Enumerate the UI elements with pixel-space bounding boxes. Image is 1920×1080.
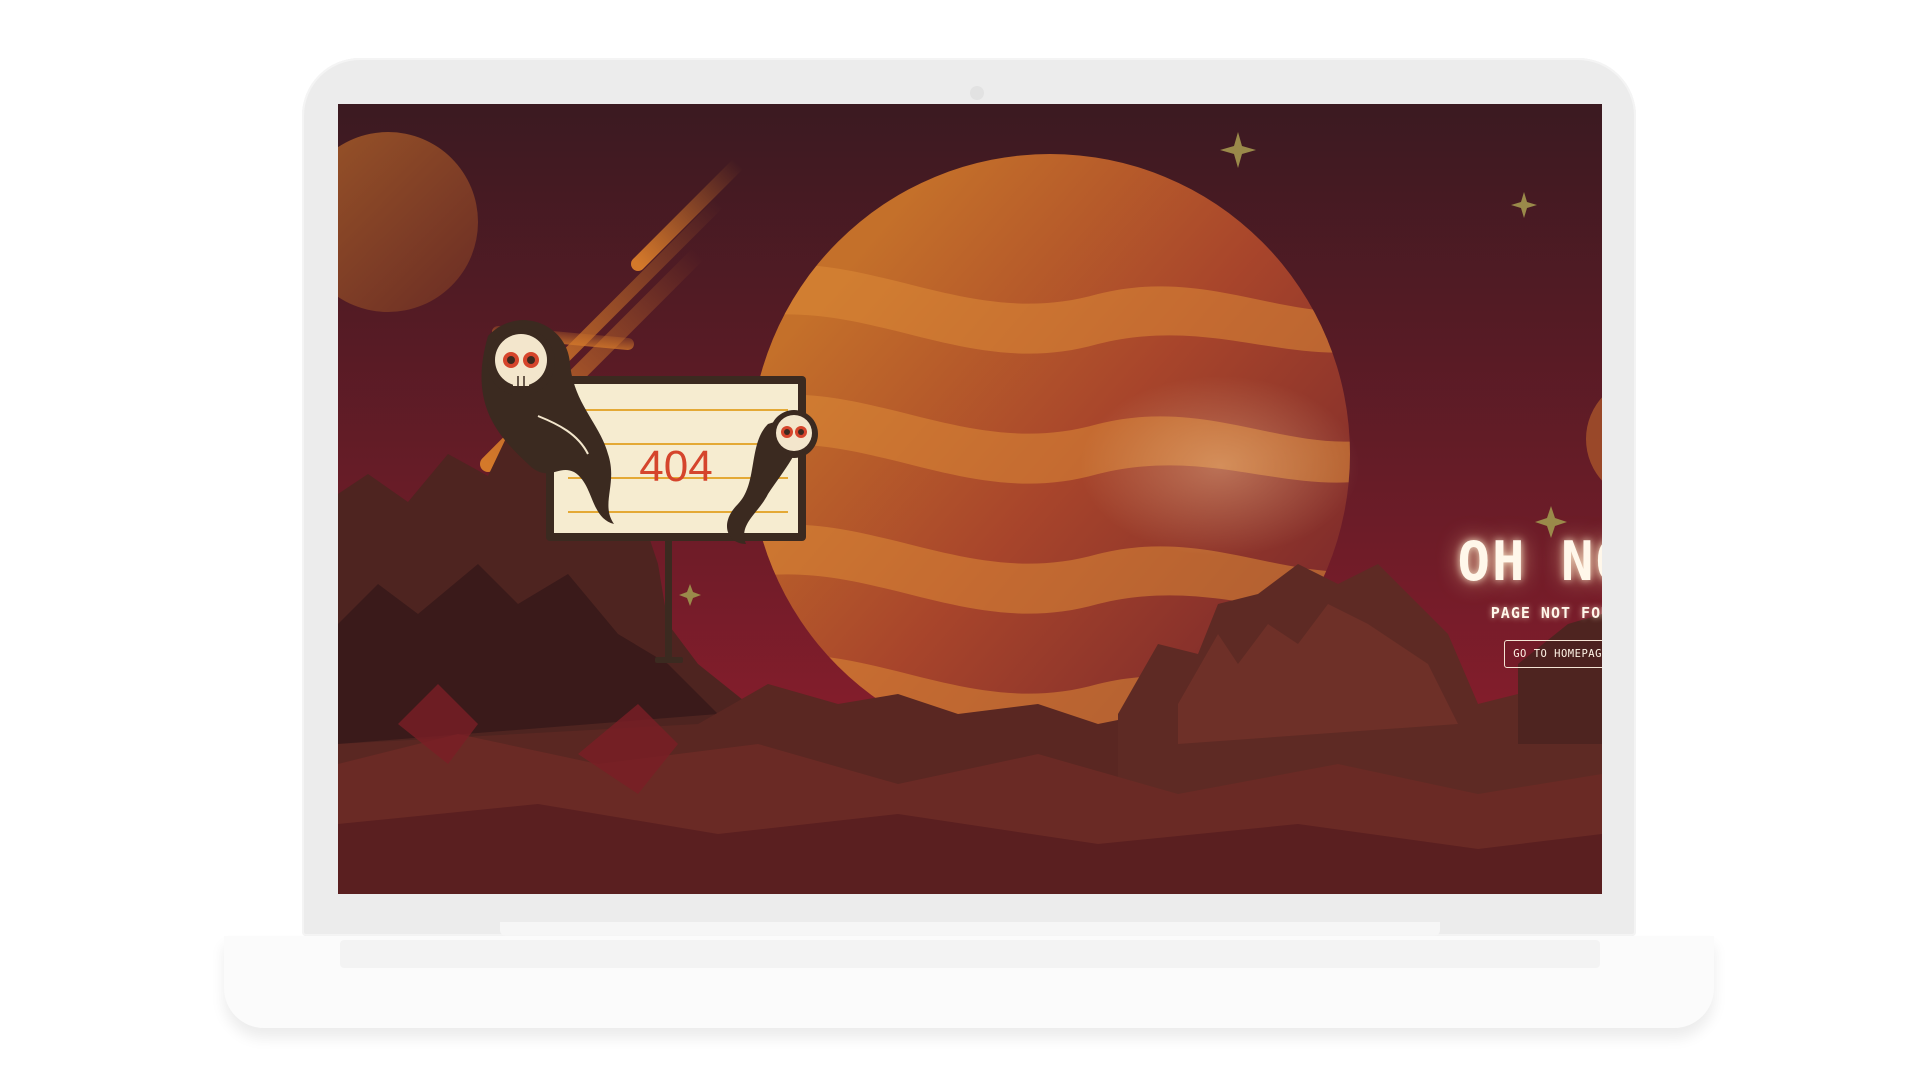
laptop-keyboard (340, 940, 1600, 968)
go-to-homepage-button[interactable]: GO TO HOMEPAGE (1504, 640, 1602, 668)
browser-screen: 404 OH NO! PAGE NOT FOUND GO TO HOMEPAGE (338, 104, 1602, 894)
error-title: OH NO! (1457, 530, 1602, 593)
laptop-hinge (500, 922, 1440, 936)
error-subtitle: PAGE NOT FOUND (1490, 604, 1602, 622)
sign-404-text: 404 (639, 442, 712, 491)
error-message-block: OH NO! PAGE NOT FOUND GO TO HOMEPAGE (1456, 530, 1602, 668)
webcam-icon (970, 86, 984, 100)
scene-illustration: 404 (338, 104, 1602, 894)
